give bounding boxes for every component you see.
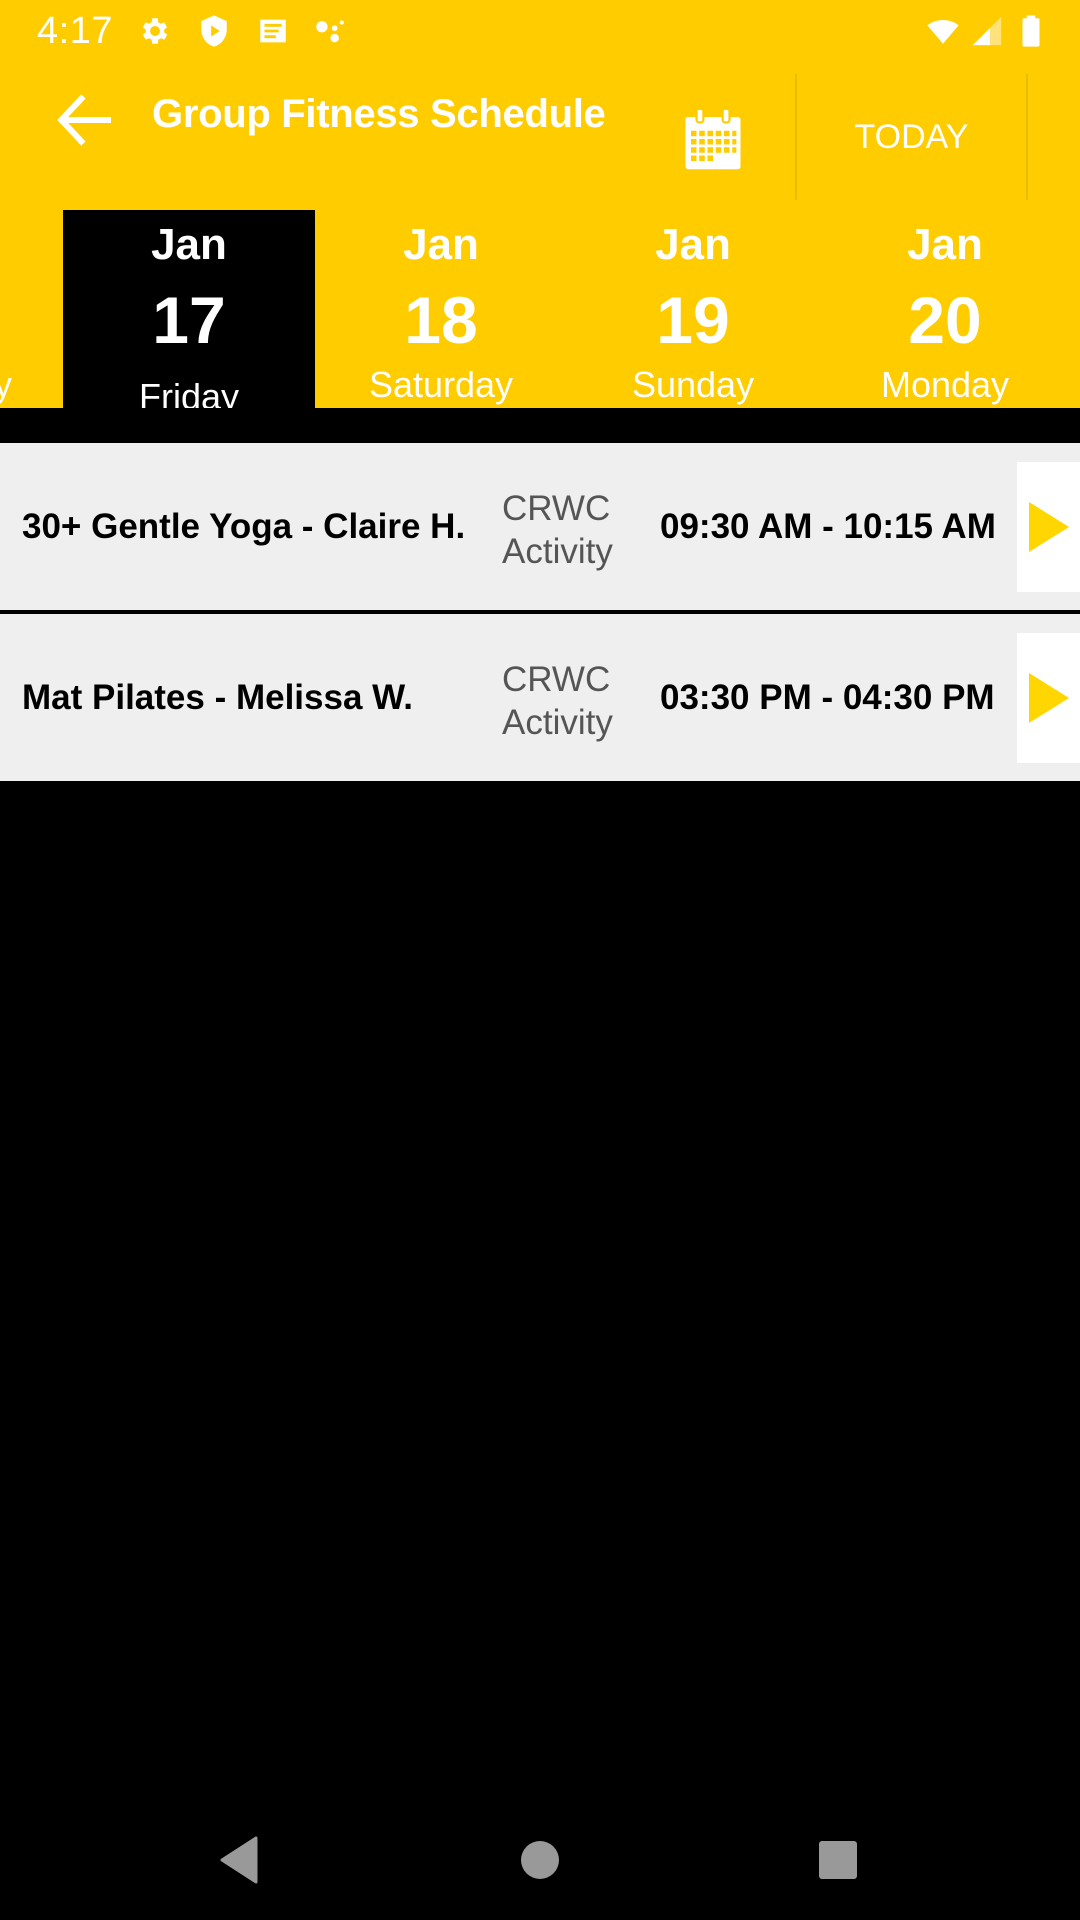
date-tab-day: 18 xyxy=(404,283,478,357)
assistant-dots-icon xyxy=(312,14,346,48)
class-category-line2: Activity xyxy=(502,703,613,742)
class-time: 09:30 AM - 10:15 AM xyxy=(660,506,996,546)
class-time: 03:30 PM - 04:30 PM xyxy=(660,677,995,717)
divider xyxy=(0,408,1080,442)
date-tab-weekday: y xyxy=(0,364,12,405)
date-tab[interactable]: Jan 19 Sunday xyxy=(567,210,819,408)
calendar-button[interactable] xyxy=(680,106,746,172)
cell-signal-icon xyxy=(970,14,1004,48)
news-icon xyxy=(256,14,290,48)
home-nav-icon xyxy=(521,1841,559,1879)
today-button[interactable]: TODAY xyxy=(795,74,1028,200)
class-name: Mat Pilates - Melissa W. xyxy=(22,677,413,717)
back-nav-icon xyxy=(220,1836,258,1884)
nav-recents-button[interactable] xyxy=(798,1830,878,1890)
battery-icon xyxy=(1014,14,1048,48)
class-row[interactable]: 30+ Gentle Yoga - Claire H. CRWC Activit… xyxy=(0,443,1080,610)
date-tab-weekday: Sunday xyxy=(631,364,755,405)
class-list: 30+ Gentle Yoga - Claire H. CRWC Activit… xyxy=(0,443,1080,781)
date-tab-previous[interactable]: y xyxy=(0,210,12,408)
navigation-bar xyxy=(0,1800,1080,1920)
date-tab-day: 19 xyxy=(656,283,730,357)
class-row[interactable]: Mat Pilates - Melissa W. CRWC Activity 0… xyxy=(0,614,1080,781)
recents-nav-icon xyxy=(819,1841,857,1879)
class-category: CRWC Activity xyxy=(502,658,613,744)
status-bar: 4:17 xyxy=(0,0,1080,62)
back-button[interactable] xyxy=(48,88,120,152)
class-details-button[interactable] xyxy=(1017,633,1080,763)
date-tab-day: 20 xyxy=(908,283,982,357)
date-tab-month: Jan xyxy=(151,220,227,269)
class-details-button[interactable] xyxy=(1017,462,1080,592)
date-tab[interactable]: Jan 20 Monday xyxy=(819,210,1071,408)
class-category-line2: Activity xyxy=(502,532,613,571)
date-tab-month: Jan xyxy=(403,220,479,269)
class-category: CRWC Activity xyxy=(502,487,613,573)
nav-back-button[interactable] xyxy=(198,1830,278,1890)
play-arrow-icon xyxy=(1029,502,1069,552)
arrow-left-icon xyxy=(57,94,111,146)
date-tab-selected[interactable]: Jan 17 Friday xyxy=(63,210,315,408)
wifi-icon xyxy=(922,14,964,48)
class-category-line1: CRWC xyxy=(502,660,611,699)
settings-icon xyxy=(138,14,172,48)
date-strip[interactable]: y Jan 17 Friday Jan 18 Saturday Jan 19 S… xyxy=(0,210,1080,408)
date-tab-month: Jan xyxy=(655,220,731,269)
date-tab-month: Jan xyxy=(907,220,983,269)
status-time: 4:17 xyxy=(37,10,113,52)
date-tab-day: 17 xyxy=(152,283,226,357)
play-arrow-icon xyxy=(1029,673,1069,723)
shield-play-icon xyxy=(197,14,231,48)
date-tab-weekday: Saturday xyxy=(368,364,514,405)
page-title: Group Fitness Schedule xyxy=(152,92,606,136)
nav-home-button[interactable] xyxy=(500,1830,580,1890)
date-tab-weekday: Monday xyxy=(880,364,1010,405)
date-tab[interactable]: Jan 18 Saturday xyxy=(315,210,567,408)
calendar-icon xyxy=(685,107,741,170)
class-name: 30+ Gentle Yoga - Claire H. xyxy=(22,506,466,546)
class-category-line1: CRWC xyxy=(502,489,611,528)
date-tab-weekday: Friday xyxy=(138,376,240,408)
app-bar: Group Fitness Schedule TODAY xyxy=(0,62,1080,210)
